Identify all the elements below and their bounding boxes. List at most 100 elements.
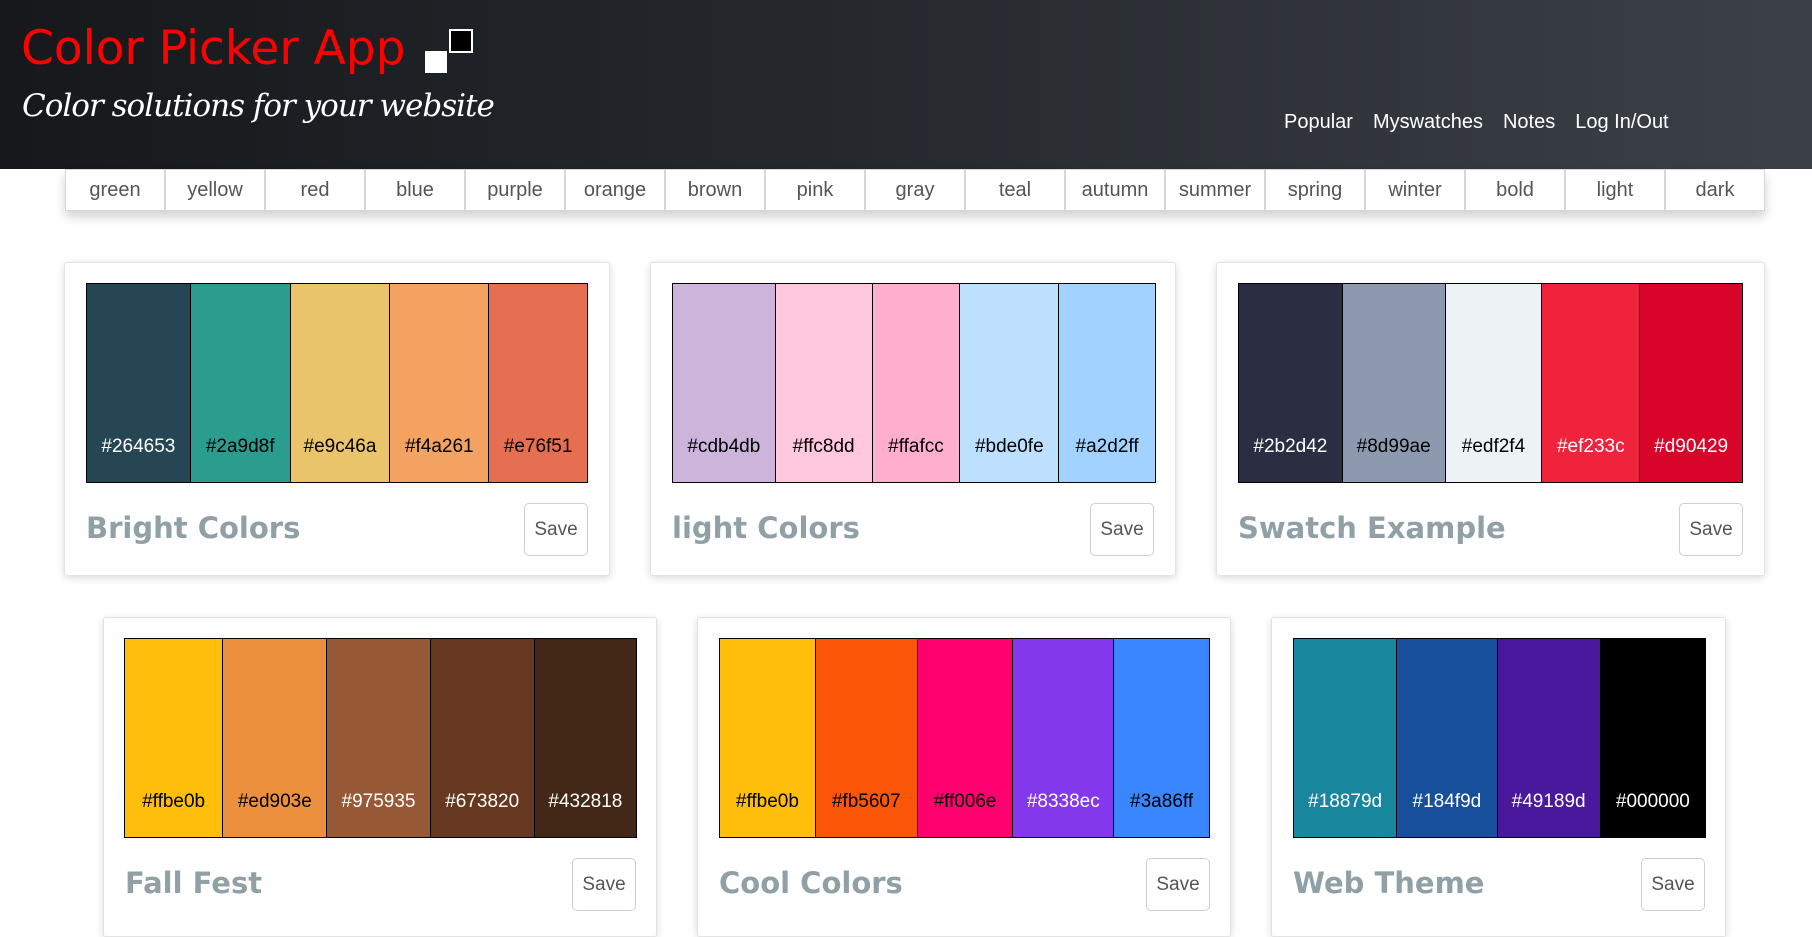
filter-red[interactable]: red — [265, 169, 365, 211]
logo-icon — [425, 29, 473, 74]
swatch-strip: #18879d #184f9d #49189d #000000 — [1293, 638, 1706, 838]
save-button[interactable]: Save — [1090, 503, 1154, 556]
palette-card: #ffbe0b #fb5607 #ff006e #8338ec #3a86ff … — [697, 617, 1231, 937]
hex-label: #000000 — [1615, 791, 1690, 812]
filter-teal[interactable]: teal — [965, 169, 1065, 211]
main-nav: Popular Myswatches Notes Log In/Out — [1284, 111, 1669, 134]
nav-myswatches[interactable]: Myswatches — [1373, 111, 1483, 134]
palette-card: #ffbe0b #ed903e #975935 #673820 #432818 … — [103, 617, 657, 937]
filter-blue[interactable]: blue — [365, 169, 465, 211]
color-swatch[interactable]: #ef233c — [1542, 284, 1641, 482]
color-swatch[interactable]: #2b2d42 — [1239, 284, 1343, 482]
palette-title: light Colors — [672, 511, 860, 545]
hex-label: #184f9d — [1412, 791, 1482, 812]
hex-label: #bde0fe — [974, 436, 1044, 457]
color-swatch[interactable]: #bde0fe — [960, 284, 1060, 482]
filter-spring[interactable]: spring — [1265, 169, 1365, 211]
hex-label: #8d99ae — [1356, 436, 1431, 457]
color-swatch[interactable]: #264653 — [87, 284, 191, 482]
color-swatch[interactable]: #8338ec — [1013, 639, 1115, 837]
hex-label: #e9c46a — [303, 436, 377, 457]
color-swatch[interactable]: #ed903e — [223, 639, 328, 837]
tagline: Color solutions for your website — [22, 88, 495, 124]
color-swatch[interactable]: #3a86ff — [1114, 639, 1209, 837]
color-swatch[interactable]: #975935 — [327, 639, 431, 837]
color-swatch[interactable]: #ffafcc — [872, 284, 961, 482]
swatch-strip: #2b2d42 #8d99ae #edf2f4 #ef233c #d90429 — [1238, 283, 1743, 483]
color-swatch[interactable]: #fb5607 — [815, 639, 918, 837]
hex-label: #ffafcc — [888, 436, 944, 457]
color-swatch[interactable]: #e9c46a — [290, 284, 391, 482]
nav-notes[interactable]: Notes — [1503, 111, 1555, 134]
filter-summer[interactable]: summer — [1165, 169, 1265, 211]
filter-brown[interactable]: brown — [665, 169, 765, 211]
filter-dark[interactable]: dark — [1665, 169, 1765, 211]
color-swatch[interactable]: #f4a261 — [390, 284, 490, 482]
color-swatch[interactable]: #ffbe0b — [125, 639, 224, 837]
nav-login-logout[interactable]: Log In/Out — [1575, 111, 1668, 134]
filter-purple[interactable]: purple — [465, 169, 565, 211]
hex-label: #3a86ff — [1130, 791, 1194, 812]
color-swatch[interactable]: #ffbe0b — [720, 639, 816, 837]
palette-card: #2b2d42 #8d99ae #edf2f4 #ef233c #d90429 … — [1216, 262, 1765, 576]
filter-winter[interactable]: winter — [1365, 169, 1465, 211]
color-swatch[interactable]: #49189d — [1497, 639, 1601, 837]
hex-label: #18879d — [1308, 791, 1383, 812]
hex-label: #2a9d8f — [205, 436, 275, 457]
hex-label: #ffbe0b — [735, 791, 799, 812]
swatch-strip: #ffbe0b #fb5607 #ff006e #8338ec #3a86ff — [719, 638, 1210, 838]
save-button[interactable]: Save — [1146, 858, 1210, 911]
palette-title: Swatch Example — [1238, 511, 1506, 545]
site-header: Color Picker App Color solutions for you… — [0, 0, 1812, 169]
color-swatch[interactable]: #8d99ae — [1342, 284, 1446, 482]
filter-pink[interactable]: pink — [765, 169, 865, 211]
palette-title: Fall Fest — [125, 866, 263, 900]
hex-label: #49189d — [1511, 791, 1586, 812]
filter-bold[interactable]: bold — [1465, 169, 1565, 211]
palette-card: #264653 #2a9d8f #e9c46a #f4a261 #e76f51 … — [64, 262, 610, 576]
filter-yellow[interactable]: yellow — [165, 169, 265, 211]
color-swatch[interactable]: #edf2f4 — [1445, 284, 1543, 482]
hex-label: #ffbe0b — [142, 791, 206, 812]
swatch-strip: #264653 #2a9d8f #e9c46a #f4a261 #e76f51 — [86, 283, 588, 483]
hex-label: #2b2d42 — [1253, 436, 1328, 457]
hex-label: #f4a261 — [404, 436, 474, 457]
color-swatch[interactable]: #ffc8dd — [775, 284, 873, 482]
color-swatch[interactable]: #2a9d8f — [190, 284, 291, 482]
hex-label: #e76f51 — [503, 436, 573, 457]
filter-gray[interactable]: gray — [865, 169, 965, 211]
hex-label: #975935 — [341, 791, 416, 812]
hex-label: #264653 — [101, 436, 176, 457]
color-swatch[interactable]: #673820 — [430, 639, 535, 837]
filter-green[interactable]: green — [65, 169, 165, 211]
color-swatch[interactable]: #a2d2ff — [1059, 284, 1155, 482]
filter-autumn[interactable]: autumn — [1065, 169, 1165, 211]
hex-label: #fb5607 — [831, 791, 901, 812]
color-swatch[interactable]: #d90429 — [1640, 284, 1742, 482]
color-swatch[interactable]: #e76f51 — [489, 284, 587, 482]
nav-popular[interactable]: Popular — [1284, 111, 1353, 134]
filter-orange[interactable]: orange — [565, 169, 665, 211]
hex-label: #d90429 — [1654, 436, 1729, 457]
color-swatch[interactable]: #ff006e — [917, 639, 1014, 837]
hex-label: #ff006e — [933, 791, 997, 812]
swatch-strip: #ffbe0b #ed903e #975935 #673820 #432818 — [124, 638, 637, 838]
color-swatch[interactable]: #cdb4db — [673, 284, 776, 482]
app-title[interactable]: Color Picker App — [21, 20, 405, 78]
palette-title: Web Theme — [1293, 866, 1485, 900]
color-swatch[interactable]: #18879d — [1294, 639, 1398, 837]
color-swatch[interactable]: #184f9d — [1397, 639, 1498, 837]
palette-title: Bright Colors — [86, 511, 301, 545]
save-button[interactable]: Save — [572, 858, 636, 911]
color-swatch[interactable]: #432818 — [534, 639, 636, 837]
save-button[interactable]: Save — [524, 503, 588, 556]
palette-card: #cdb4db #ffc8dd #ffafcc #bde0fe #a2d2ff … — [650, 262, 1176, 576]
palette-title: Cool Colors — [719, 866, 903, 900]
hex-label: #8338ec — [1026, 791, 1100, 812]
save-button[interactable]: Save — [1641, 858, 1705, 911]
filter-light[interactable]: light — [1565, 169, 1665, 211]
palette-card: #18879d #184f9d #49189d #000000 Web Them… — [1271, 617, 1726, 937]
color-swatch[interactable]: #000000 — [1600, 639, 1705, 837]
save-button[interactable]: Save — [1679, 503, 1743, 556]
hex-label: #edf2f4 — [1461, 436, 1526, 457]
